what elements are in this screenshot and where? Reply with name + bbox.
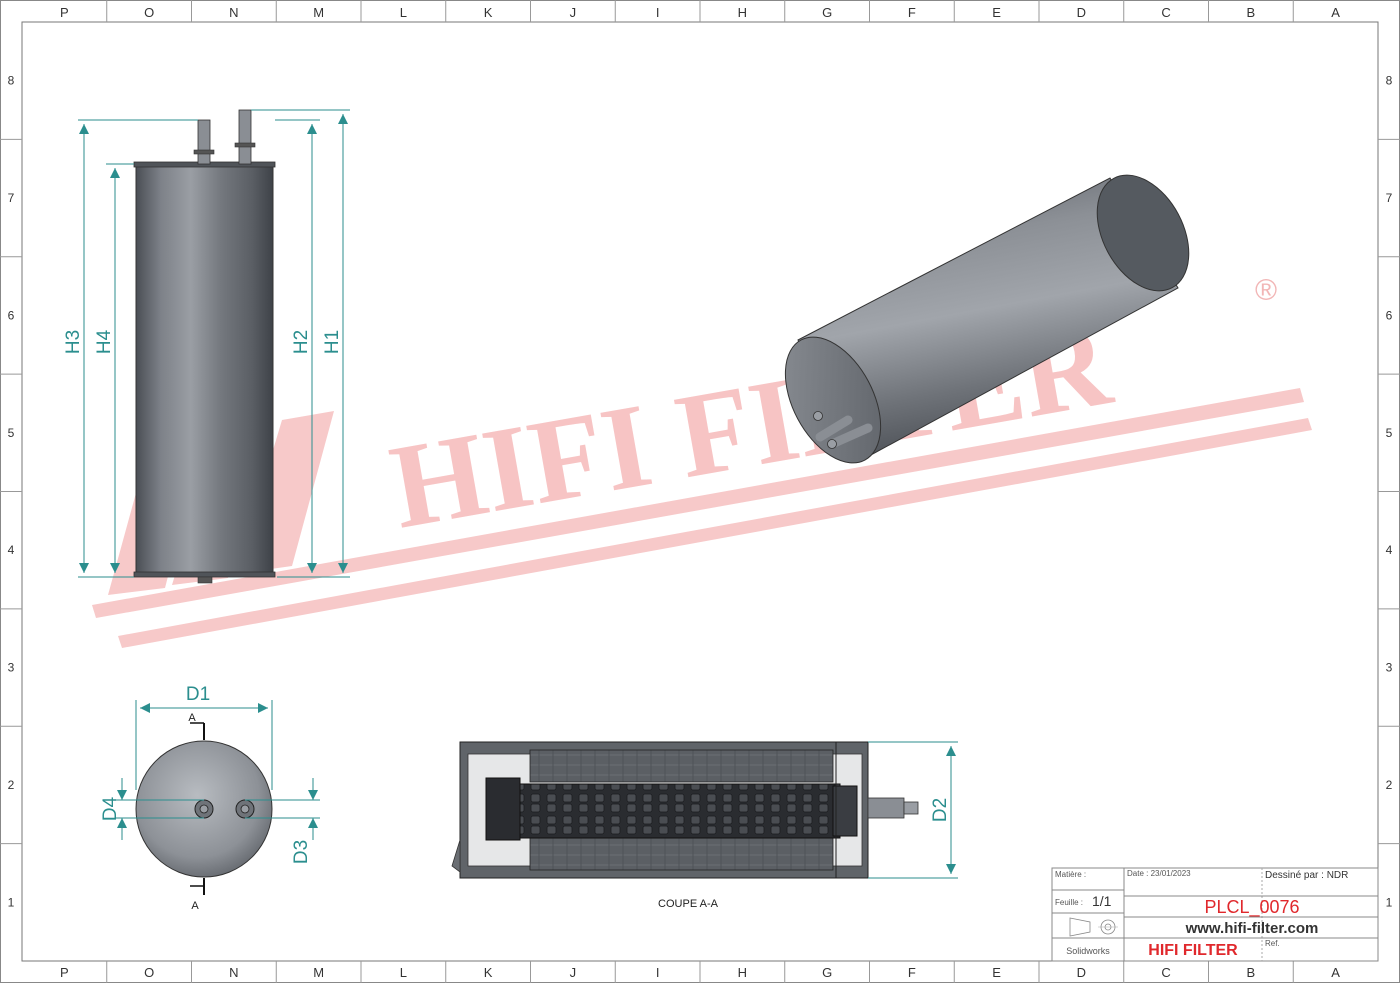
grid-column-label-top: J xyxy=(570,5,577,20)
section-foot xyxy=(451,839,461,873)
grid-row-label-right: 5 xyxy=(1386,426,1393,440)
grid-column-label-top: B xyxy=(1247,5,1256,20)
top-view xyxy=(135,722,273,895)
dim-label-d2: D2 xyxy=(930,798,951,822)
grid-column-label-bottom: K xyxy=(484,965,493,980)
section-marker-bottom: A xyxy=(191,900,199,912)
grid-row-label-right: 1 xyxy=(1386,895,1393,909)
grid-column-label-bottom: F xyxy=(908,965,916,980)
title-block-website: www.hifi-filter.com xyxy=(1185,920,1319,937)
filter-bottom-rim xyxy=(133,571,276,578)
section-outlet-stub xyxy=(867,797,905,819)
grid-row-label-left: 8 xyxy=(8,74,15,88)
grid-column-label-top: N xyxy=(229,5,238,20)
technical-drawing-sheet: P O N M L K J I H G F E D C B A P O N M L K J I H G F E D C B A 8 7 6 5 4 3… xyxy=(0,0,1400,983)
section-marker-top: A xyxy=(188,712,196,724)
grid-column-label-bottom: J xyxy=(570,965,577,980)
title-block-ref-label: Ref. xyxy=(1265,939,1280,948)
grid-column-label-top: P xyxy=(60,5,69,20)
dim-label-h2: H2 xyxy=(291,330,312,354)
dim-label-d3: D3 xyxy=(291,840,312,864)
grid-column-label-bottom: E xyxy=(992,965,1001,980)
top-view-port-outlet-inner xyxy=(199,804,209,814)
dim-label-d1: D1 xyxy=(186,684,210,705)
grid-column-label-bottom: I xyxy=(656,965,660,980)
filter-body-side xyxy=(135,163,274,576)
side-view xyxy=(133,109,276,584)
grid-row-label-right: 6 xyxy=(1386,308,1393,322)
grid-row-label-left: 6 xyxy=(8,308,15,322)
dim-label-h3: H3 xyxy=(63,330,84,354)
section-outlet-tip xyxy=(903,801,919,815)
grid-column-label-bottom: H xyxy=(738,965,747,980)
grid-column-label-top: O xyxy=(144,5,154,20)
grid-column-label-top: F xyxy=(908,5,916,20)
grid-row-label-right: 2 xyxy=(1386,778,1393,792)
section-view xyxy=(451,741,919,879)
grid-column-label-top: K xyxy=(484,5,493,20)
grid-column-label-top: L xyxy=(400,5,407,20)
title-block-drawn-by: Dessiné par : NDR xyxy=(1265,870,1348,881)
grid-column-label-top: M xyxy=(313,5,324,20)
grid-column-label-bottom: B xyxy=(1247,965,1256,980)
iso-inlet-tip xyxy=(813,411,823,421)
iso-outlet-tip xyxy=(827,439,837,449)
grid-column-label-bottom: A xyxy=(1331,965,1340,980)
section-media-bottom xyxy=(529,837,834,871)
grid-row-label-left: 4 xyxy=(8,543,15,557)
bottom-stub xyxy=(197,576,213,584)
watermark: HIFI FILTER ® xyxy=(92,274,1312,648)
grid-column-label-bottom: M xyxy=(313,965,324,980)
grid-column-label-top: H xyxy=(738,5,747,20)
grid-column-label-top: G xyxy=(822,5,832,20)
grid-column-label-top: A xyxy=(1331,5,1340,20)
title-block-brand: HIFI FILTER xyxy=(1148,942,1238,959)
dim-label-d4: D4 xyxy=(100,796,121,821)
grid-column-label-bottom: L xyxy=(400,965,407,980)
inlet-pipe xyxy=(238,109,252,165)
dim-label-h1: H1 xyxy=(322,330,343,354)
outlet-pipe xyxy=(197,119,211,165)
grid-column-label-top: D xyxy=(1077,5,1086,20)
title-block-software: Solidworks xyxy=(1066,946,1110,956)
title-block-date: Date : 23/01/2023 xyxy=(1127,869,1191,878)
watermark-registered-mark: ® xyxy=(1255,274,1277,307)
grid-column-label-top: E xyxy=(992,5,1001,20)
section-end-cap-right xyxy=(832,785,858,837)
top-view-port-inlet-inner xyxy=(240,804,250,814)
grid-row-label-right: 4 xyxy=(1386,543,1393,557)
grid-column-label-bottom: N xyxy=(229,965,238,980)
grid-column-label-bottom: P xyxy=(60,965,69,980)
title-block-sheet-value: 1/1 xyxy=(1092,893,1112,909)
grid-row-label-left: 1 xyxy=(8,895,15,909)
title-block-matiere-label: Matière : xyxy=(1055,870,1086,879)
grid-column-label-bottom: O xyxy=(144,965,154,980)
grid-row-label-left: 2 xyxy=(8,778,15,792)
dim-label-h4: H4 xyxy=(94,329,115,354)
grid-row-label-right: 7 xyxy=(1386,191,1393,205)
section-view-title: COUPE A-A xyxy=(658,898,719,910)
title-block-part-number: PLCL_0076 xyxy=(1204,897,1299,918)
grid-row-label-left: 7 xyxy=(8,191,15,205)
grid-column-label-bottom: G xyxy=(822,965,832,980)
inlet-pipe-collar xyxy=(234,142,256,148)
section-media-top xyxy=(529,749,834,783)
grid-column-label-top: I xyxy=(656,5,660,20)
grid-row-label-right: 8 xyxy=(1386,74,1393,88)
title-block-sheet-label: Feuille : xyxy=(1055,898,1083,907)
grid-column-label-bottom: C xyxy=(1161,965,1170,980)
outlet-pipe-collar xyxy=(193,149,215,155)
grid-column-label-top: C xyxy=(1161,5,1170,20)
section-end-cap-left xyxy=(485,777,521,841)
grid-column-label-bottom: D xyxy=(1077,965,1086,980)
section-core xyxy=(519,783,841,839)
grid-row-label-right: 3 xyxy=(1386,661,1393,675)
grid-row-label-left: 3 xyxy=(8,661,15,675)
grid-row-label-left: 5 xyxy=(8,426,15,440)
